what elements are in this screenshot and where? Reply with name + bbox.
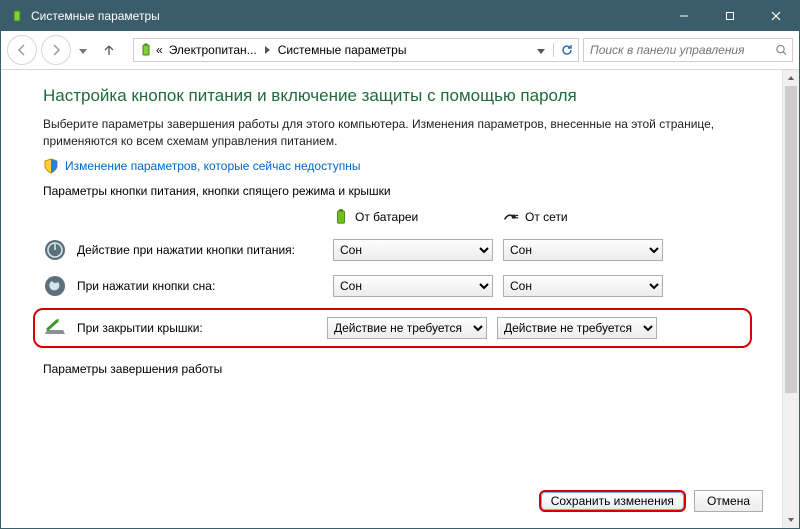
section-power-buttons-label: Параметры кнопки питания, кнопки спящего… — [43, 184, 742, 198]
cancel-button[interactable]: Отмена — [694, 490, 763, 512]
breadcrumb-label: Системные параметры — [278, 43, 407, 57]
back-arrow-icon — [15, 43, 29, 57]
refresh-icon[interactable] — [560, 43, 574, 57]
address-bar: « Электропитан... Системные параметры — [1, 31, 799, 70]
row-sleep-button: При нажатии кнопки сна: — [43, 274, 323, 298]
column-ac-label: От сети — [525, 210, 568, 224]
breadcrumb-item-power[interactable]: Электропитан... — [165, 43, 261, 57]
scroll-track[interactable] — [783, 86, 799, 512]
window: Системные параметры « Электропитан... Си… — [0, 0, 800, 529]
shield-icon — [43, 158, 59, 174]
vertical-scrollbar[interactable] — [782, 70, 799, 528]
column-battery: От батареи — [333, 208, 493, 226]
page-body: Настройка кнопок питания и включение защ… — [1, 70, 782, 528]
content-area: Настройка кнопок питания и включение защ… — [1, 70, 799, 528]
unlock-row: Изменение параметров, которые сейчас нед… — [43, 158, 742, 174]
sleep-button-battery-select[interactable]: Сон — [333, 275, 493, 297]
column-ac: От сети — [503, 208, 663, 226]
search-input[interactable] — [588, 42, 775, 58]
nav-back-button[interactable] — [7, 35, 37, 65]
row-lid-highlight: При закрытии крышки: Действие не требует… — [33, 308, 752, 348]
lid-battery-select[interactable]: Действие не требуется — [327, 317, 487, 339]
save-button[interactable]: Сохранить изменения — [539, 490, 686, 512]
chevron-down-icon[interactable] — [537, 43, 545, 57]
footer-buttons: Сохранить изменения Отмена — [539, 490, 763, 512]
scroll-thumb[interactable] — [785, 86, 797, 393]
window-title: Системные параметры — [31, 9, 160, 23]
minimize-button[interactable] — [661, 1, 707, 31]
forward-arrow-icon — [49, 43, 63, 57]
row-lid-label: При закрытии крышки: — [77, 321, 203, 335]
power-button-icon — [43, 238, 67, 262]
maximize-button[interactable] — [707, 1, 753, 31]
column-battery-label: От батареи — [355, 210, 418, 224]
power-options-icon — [138, 41, 154, 59]
breadcrumb[interactable]: « Электропитан... Системные параметры — [133, 38, 579, 62]
nav-history-dropdown[interactable] — [79, 43, 87, 57]
app-icon — [9, 8, 25, 24]
section-shutdown-label: Параметры завершения работы — [43, 362, 742, 376]
scroll-down-icon[interactable] — [783, 512, 799, 528]
scroll-up-icon[interactable] — [783, 70, 799, 86]
row-lid: При закрытии крышки: — [43, 316, 317, 340]
chevron-right-icon — [261, 43, 274, 57]
row-power-label: Действие при нажатии кнопки питания: — [77, 243, 295, 257]
search-icon — [775, 43, 788, 57]
page-title: Настройка кнопок питания и включение защ… — [43, 86, 742, 106]
search-box[interactable] — [583, 38, 793, 62]
unlock-settings-link[interactable]: Изменение параметров, которые сейчас нед… — [65, 159, 361, 173]
window-controls — [661, 1, 799, 31]
close-button[interactable] — [753, 1, 799, 31]
up-arrow-icon — [102, 43, 116, 57]
plug-icon — [503, 208, 519, 226]
page-description: Выберите параметры завершения работы для… — [43, 116, 742, 150]
power-button-battery-select[interactable]: Сон — [333, 239, 493, 261]
power-button-ac-select[interactable]: Сон — [503, 239, 663, 261]
sleep-button-ac-select[interactable]: Сон — [503, 275, 663, 297]
breadcrumb-label: Электропитан... — [169, 43, 257, 57]
nav-up-button[interactable] — [95, 36, 123, 64]
titlebar: Системные параметры — [1, 1, 799, 31]
battery-icon — [333, 208, 349, 226]
power-settings-grid: От батареи От сети Действие при нажатии … — [43, 208, 742, 298]
breadcrumb-item-system[interactable]: Системные параметры — [274, 43, 411, 57]
row-sleep-label: При нажатии кнопки сна: — [77, 279, 215, 293]
nav-forward-button[interactable] — [41, 35, 71, 65]
divider — [553, 43, 554, 57]
sleep-button-icon — [43, 274, 67, 298]
laptop-lid-icon — [43, 316, 67, 340]
row-power-button: Действие при нажатии кнопки питания: — [43, 238, 323, 262]
lid-ac-select[interactable]: Действие не требуется — [497, 317, 657, 339]
